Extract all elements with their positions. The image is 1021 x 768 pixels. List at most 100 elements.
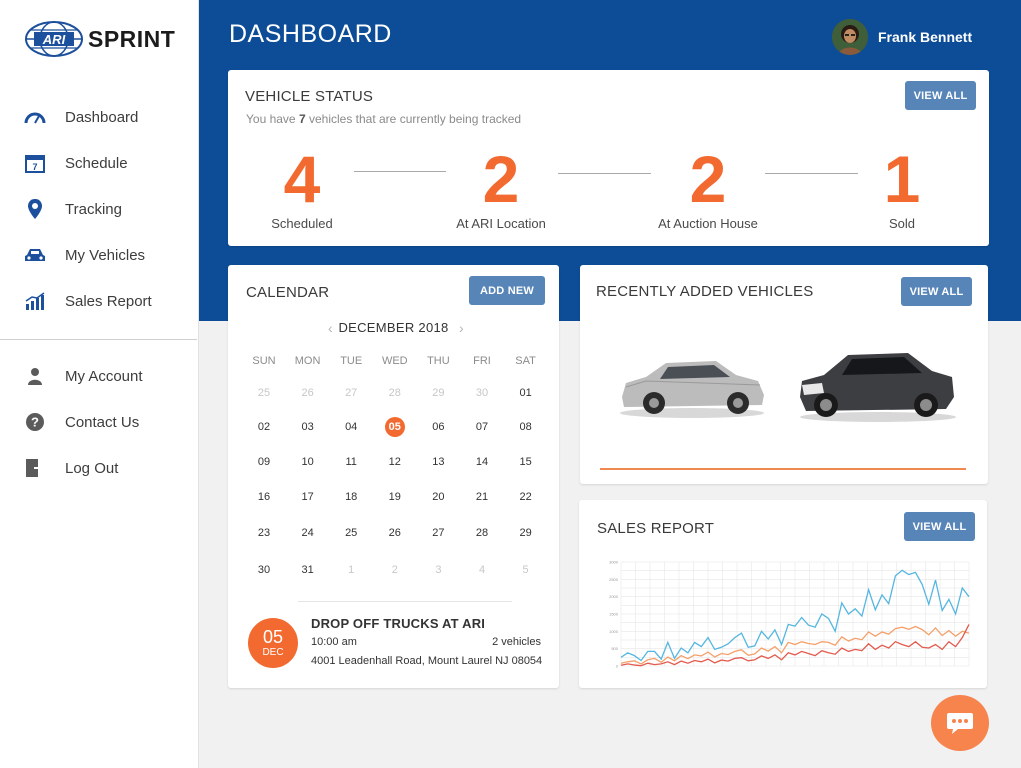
calendar-day[interactable]: 27 — [416, 523, 460, 543]
carousel-indicator — [600, 468, 966, 470]
brand-logo[interactable]: ARI SPRINT — [24, 20, 175, 58]
y-tick-label: 1500 — [609, 612, 619, 617]
logout-icon — [24, 457, 46, 479]
calendar-day[interactable]: 3 — [416, 560, 460, 580]
calendar-day[interactable]: 19 — [373, 487, 417, 507]
weekday-label: TUE — [340, 355, 363, 367]
calendar-day[interactable]: 14 — [460, 452, 504, 472]
calendar-day[interactable]: 30 — [242, 560, 286, 580]
sidebar-item-sales-report[interactable]: Sales Report — [0, 278, 199, 324]
svg-text:?: ? — [31, 415, 39, 430]
calendar-day[interactable]: 18 — [329, 487, 373, 507]
calendar-day[interactable]: 29 — [504, 523, 548, 543]
calendar-day[interactable]: 24 — [286, 523, 330, 543]
dark-sedan-image[interactable] — [796, 347, 958, 423]
calendar-day[interactable]: 07 — [460, 417, 504, 437]
y-tick-label: 2000 — [609, 594, 619, 599]
calendar-day[interactable]: 16 — [242, 487, 286, 507]
user-icon — [24, 365, 46, 387]
calendar-day[interactable]: 2 — [373, 560, 417, 580]
calendar-day[interactable]: 03 — [286, 417, 330, 437]
user-name: Frank Bennett — [878, 29, 973, 45]
question-icon: ? — [24, 411, 46, 433]
calendar-title: CALENDAR — [246, 284, 330, 301]
calendar-day[interactable]: 21 — [460, 487, 504, 507]
calendar-day[interactable]: 08 — [504, 417, 548, 437]
logo-mark-text: ARI — [42, 32, 66, 47]
stat-sold[interactable]: 1 Sold — [872, 146, 932, 231]
sidebar-item-label: My Vehicles — [65, 246, 146, 264]
calendar-day[interactable]: 4 — [460, 560, 504, 580]
calendar-day[interactable]: 09 — [242, 452, 286, 472]
stat-at-ari-location[interactable]: 2 At ARI Location — [452, 146, 550, 231]
sidebar-item-label: Tracking — [65, 200, 122, 218]
sidebar-item-log-out[interactable]: Log Out — [0, 445, 199, 491]
stat-connector — [354, 171, 446, 172]
next-month-icon[interactable]: › — [459, 320, 464, 336]
calendar-day[interactable]: 5 — [504, 560, 548, 580]
calendar-day[interactable]: 02 — [242, 417, 286, 437]
sidebar-item-dashboard[interactable]: Dashboard — [0, 94, 199, 140]
bar-chart-icon — [24, 290, 46, 312]
calendar-day[interactable]: 23 — [242, 523, 286, 543]
calendar-day[interactable]: 29 — [416, 383, 460, 403]
calendar-day[interactable]: 27 — [329, 383, 373, 403]
y-tick-label: 3000 — [609, 560, 619, 565]
sidebar-item-schedule[interactable]: 7 Schedule — [0, 140, 199, 186]
sidebar-item-my-account[interactable]: My Account — [0, 353, 199, 399]
vehicle-status-subtitle: You have 7 vehicles that are currently b… — [246, 112, 522, 126]
calendar-day[interactable]: 28 — [460, 523, 504, 543]
event-time: 10:00 am — [311, 636, 357, 648]
calendar-day[interactable]: 06 — [416, 417, 460, 437]
event-month: DEC — [262, 647, 284, 658]
stat-label: At ARI Location — [456, 216, 546, 231]
calendar-day[interactable]: 10 — [286, 452, 330, 472]
calendar-day[interactable]: 30 — [460, 383, 504, 403]
primary-nav: Dashboard 7 Schedule Tracking My Vehicle… — [0, 94, 199, 324]
sidebar: ARI SPRINT Dashboard 7 Schedule Tracking — [0, 0, 199, 768]
calendar-day[interactable]: 01 — [504, 383, 548, 403]
stat-at-auction-house[interactable]: 2 At Auction House — [653, 146, 763, 231]
calendar-day[interactable]: 31 — [286, 560, 330, 580]
sidebar-item-label: My Account — [65, 367, 143, 385]
calendar-day[interactable]: 26 — [373, 523, 417, 543]
weekday-label: WED — [381, 355, 408, 367]
stat-scheduled[interactable]: 4 Scheduled — [262, 146, 342, 231]
calendar-day[interactable]: 04 — [329, 417, 373, 437]
sidebar-item-tracking[interactable]: Tracking — [0, 186, 199, 232]
calendar-day[interactable]: 25 — [242, 383, 286, 403]
calendar-day[interactable]: 17 — [286, 487, 330, 507]
calendar-day[interactable]: 28 — [373, 383, 417, 403]
sales-report-view-all-button[interactable]: VIEW ALL — [904, 512, 975, 541]
calendar-day[interactable]: 11 — [329, 452, 373, 472]
avatar[interactable] — [832, 19, 868, 55]
vehicle-status-view-all-button[interactable]: VIEW ALL — [905, 81, 976, 110]
stat-value: 4 — [283, 142, 321, 216]
chat-bubble-icon — [947, 713, 973, 734]
silver-hatchback-image[interactable] — [616, 353, 768, 419]
recent-vehicles-title: RECENTLY ADDED VEHICLES — [596, 283, 814, 300]
user-profile[interactable]: Frank Bennett — [832, 19, 972, 55]
stat-connector — [765, 173, 858, 174]
calendar-day[interactable]: 25 — [329, 523, 373, 543]
recent-vehicles-view-all-button[interactable]: VIEW ALL — [901, 277, 972, 306]
chat-button[interactable] — [931, 695, 989, 751]
calendar-add-new-button[interactable]: ADD NEW — [469, 276, 545, 305]
calendar-day[interactable]: 15 — [504, 452, 548, 472]
calendar-day[interactable]: 13 — [416, 452, 460, 472]
sidebar-item-label: Sales Report — [65, 292, 152, 310]
calendar-day[interactable]: 1 — [329, 560, 373, 580]
weekday-label: MON — [294, 355, 321, 367]
y-tick-label: 500 — [611, 646, 618, 651]
speedometer-icon — [24, 106, 46, 128]
weekday-label: SAT — [515, 355, 536, 367]
calendar-day[interactable]: 20 — [416, 487, 460, 507]
sales-chart: 0 500 1000 1500 2000 2500 3000 — [609, 560, 970, 669]
calendar-day[interactable]: 26 — [286, 383, 330, 403]
sidebar-item-my-vehicles[interactable]: My Vehicles — [0, 232, 199, 278]
calendar-day[interactable]: 05 — [373, 417, 417, 437]
event-title[interactable]: DROP OFF TRUCKS AT ARI — [311, 616, 485, 631]
calendar-day[interactable]: 12 — [373, 452, 417, 472]
sidebar-item-contact-us[interactable]: ? Contact Us — [0, 399, 199, 445]
calendar-day[interactable]: 22 — [504, 487, 548, 507]
